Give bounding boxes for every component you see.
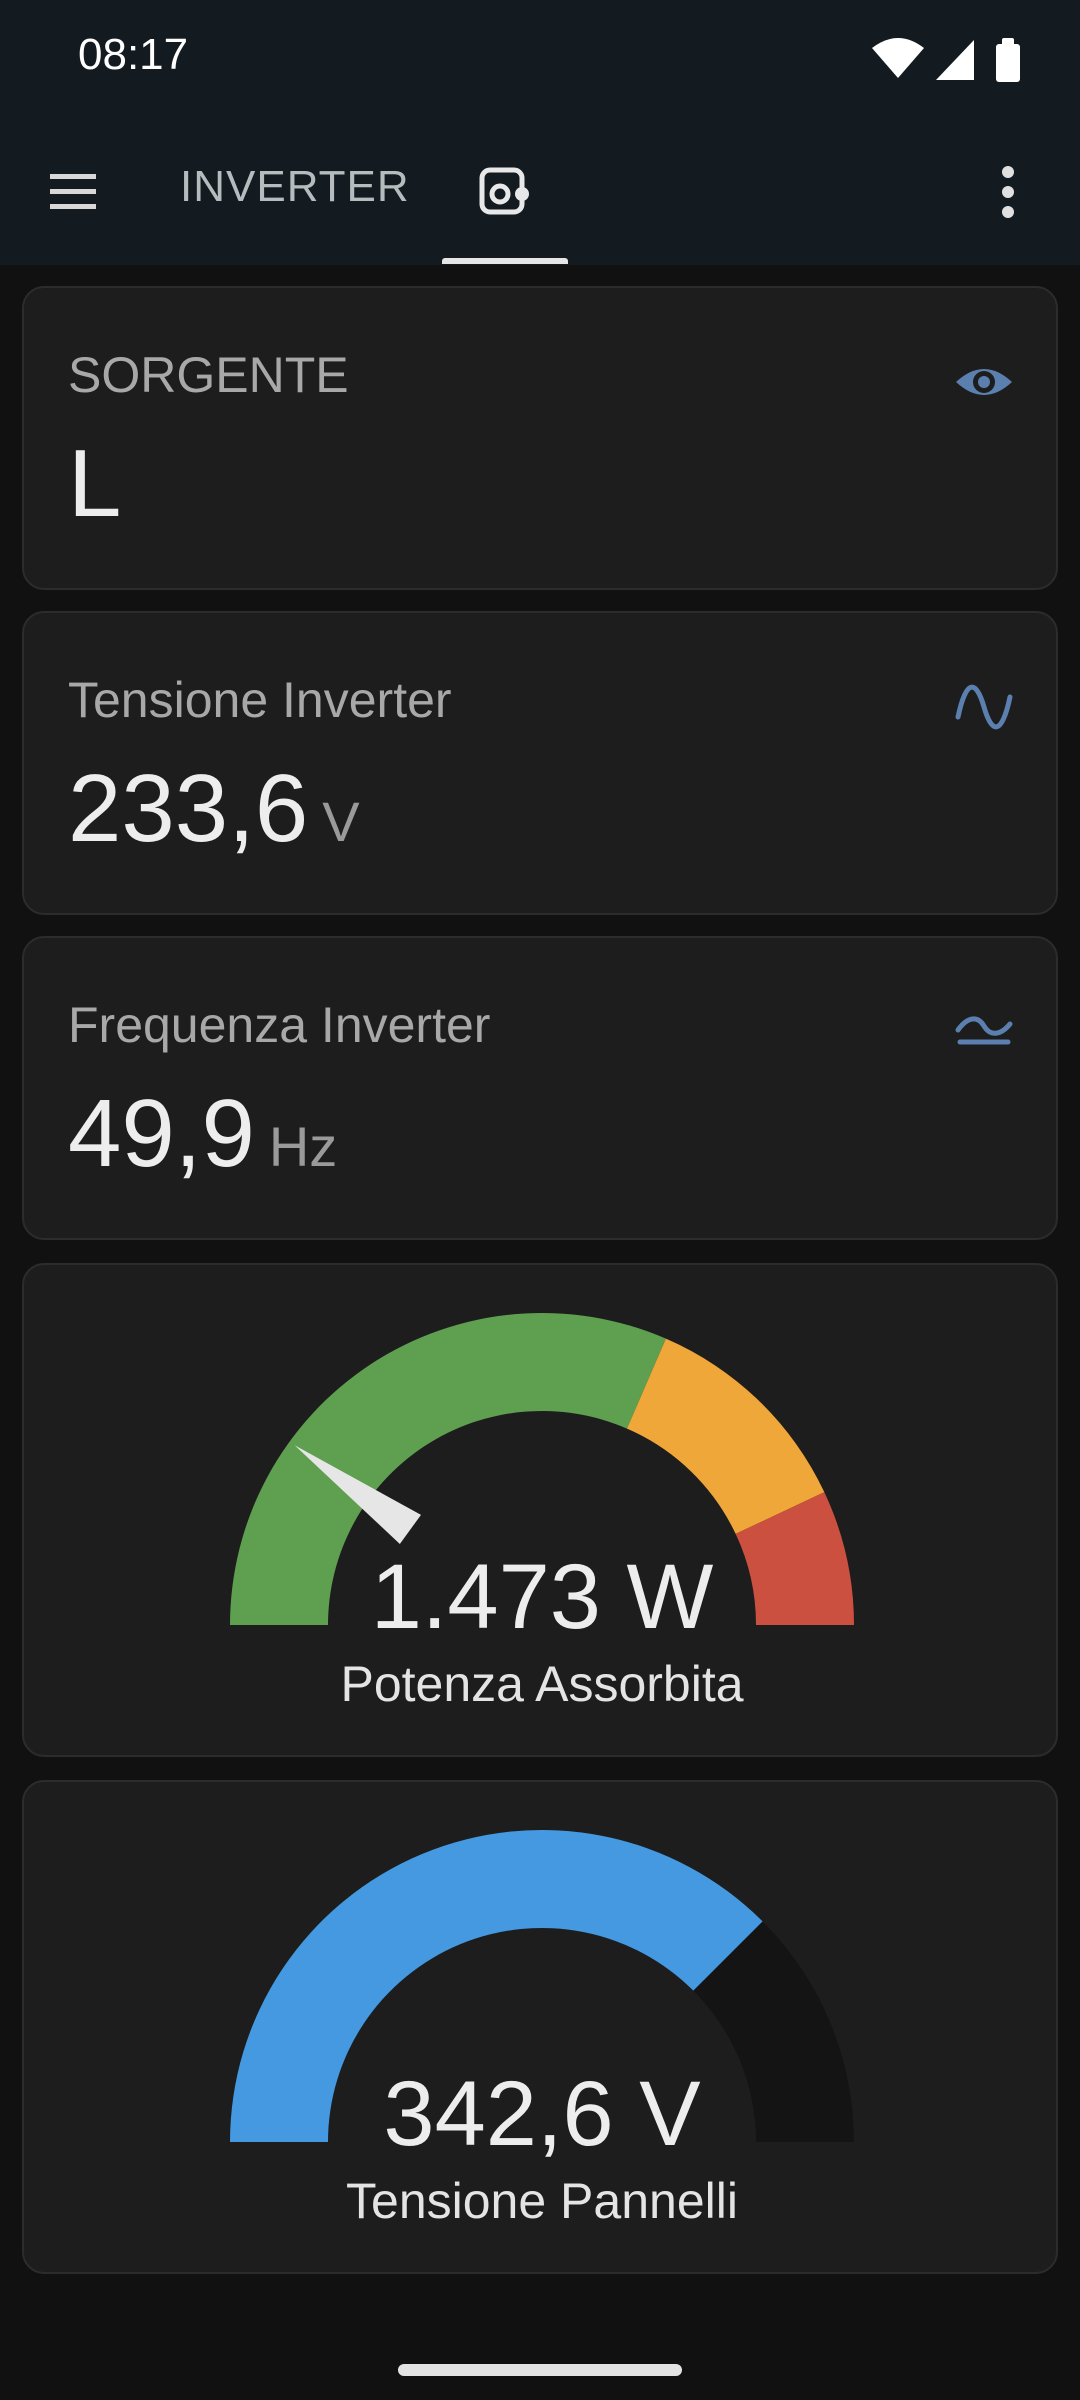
card-value: L bbox=[68, 430, 122, 537]
tensione-inverter-card[interactable]: Tensione Inverter 233,6 V bbox=[22, 611, 1058, 915]
more-options-icon[interactable] bbox=[996, 162, 1020, 222]
card-unit: Hz bbox=[268, 1115, 338, 1178]
gauge-name: Potenza Assorbita bbox=[340, 1656, 744, 1712]
potenza-assorbita-gauge-card[interactable]: 1.473 W Potenza Assorbita bbox=[22, 1263, 1058, 1757]
tensione-pannelli-gauge-card[interactable]: 342,6 V Tensione Pannelli bbox=[22, 1780, 1058, 2274]
battery-icon bbox=[996, 38, 1020, 82]
app-bar: INVERTER bbox=[0, 118, 1080, 265]
meter-tab-icon[interactable] bbox=[470, 158, 536, 224]
gauge-segment-1 bbox=[626, 1338, 825, 1534]
menu-icon[interactable] bbox=[46, 170, 102, 214]
gauge-name: Tensione Pannelli bbox=[346, 2173, 738, 2229]
wifi-icon bbox=[872, 38, 924, 78]
card-label: SORGENTE bbox=[68, 347, 349, 403]
home-indicator[interactable] bbox=[398, 2364, 682, 2376]
sine-wave-icon bbox=[955, 684, 1013, 730]
eye-icon bbox=[956, 369, 1012, 395]
status-icons bbox=[872, 38, 1020, 82]
card-value: 233,6 V bbox=[68, 755, 360, 862]
frequency-wave-icon bbox=[955, 1016, 1013, 1045]
gauge-value: 1.473 W bbox=[370, 1546, 714, 1648]
card-value: 49,9 Hz bbox=[68, 1080, 338, 1187]
sorgente-card[interactable]: SORGENTE L bbox=[22, 286, 1058, 590]
card-label: Tensione Inverter bbox=[68, 672, 452, 728]
status-time: 08:17 bbox=[78, 30, 189, 79]
card-label: Frequenza Inverter bbox=[68, 997, 491, 1053]
tab-indicator bbox=[442, 258, 568, 264]
frequenza-inverter-card[interactable]: Frequenza Inverter 49,9 Hz bbox=[22, 936, 1058, 1240]
status-bar: 08:17 bbox=[0, 0, 1080, 118]
tab-inverter[interactable]: INVERTER bbox=[180, 162, 410, 212]
card-unit: V bbox=[322, 790, 360, 853]
signal-icon bbox=[936, 40, 974, 80]
gauge-value: 342,6 V bbox=[383, 2063, 701, 2165]
